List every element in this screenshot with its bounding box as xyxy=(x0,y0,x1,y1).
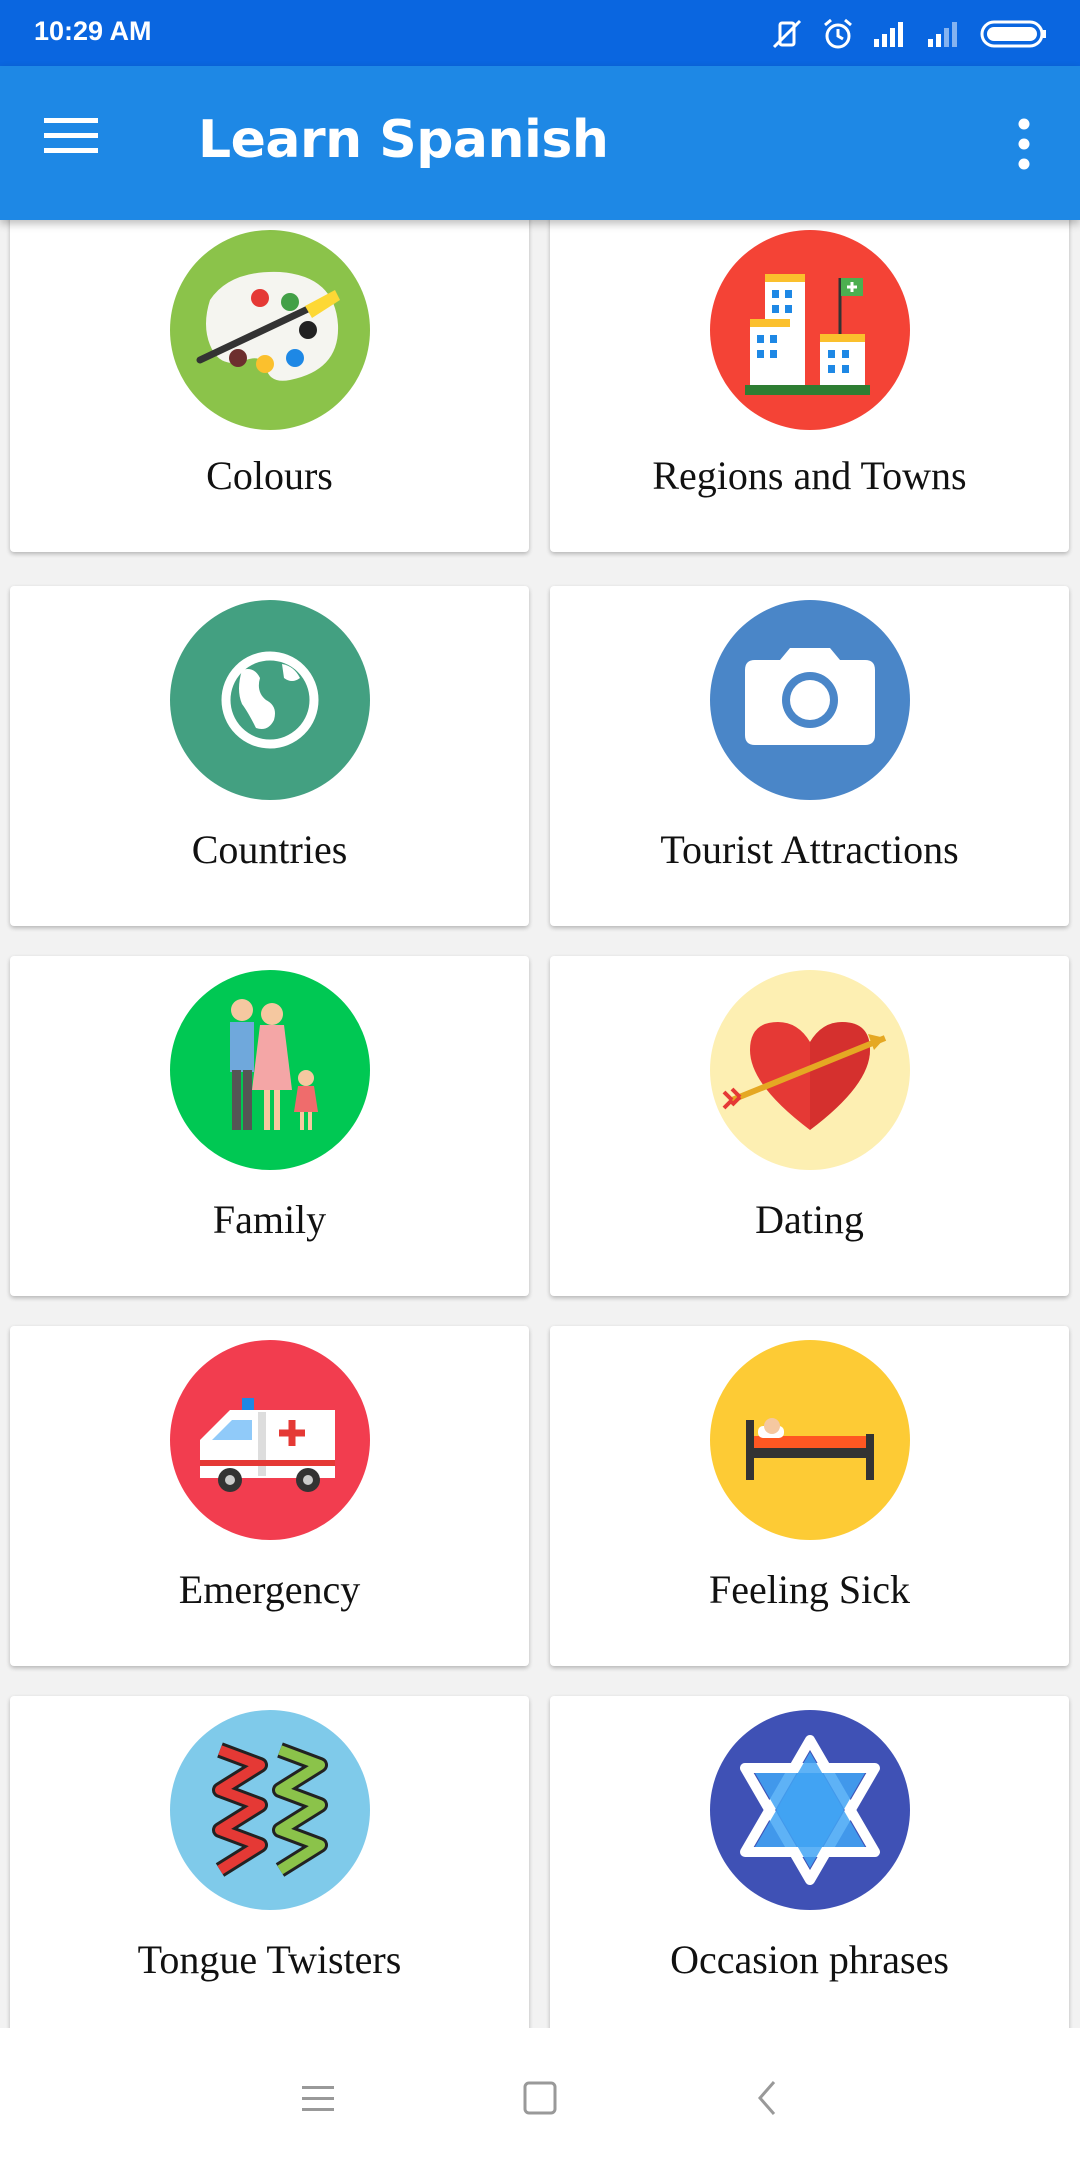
category-card-family[interactable]: Family xyxy=(10,956,529,1296)
signal-icon-2 xyxy=(928,22,957,47)
category-label: Regions and Towns xyxy=(652,453,967,498)
category-card-regions-and-towns[interactable]: Regions and Towns xyxy=(550,220,1069,552)
ambulance-icon xyxy=(170,1340,370,1540)
category-card-tongue-twisters[interactable]: Tongue Twisters xyxy=(10,1696,529,2028)
menu-button[interactable] xyxy=(44,116,108,170)
palette-icon xyxy=(170,230,370,430)
category-card-dating[interactable]: Dating xyxy=(550,956,1069,1296)
category-label: Occasion phrases xyxy=(670,1937,949,1982)
hamburger-menu-icon xyxy=(44,118,98,153)
family-icon xyxy=(170,970,370,1170)
signal-icon xyxy=(874,22,903,47)
category-label: Dating xyxy=(755,1197,864,1242)
home-icon xyxy=(523,2081,557,2115)
category-label: Emergency xyxy=(178,1567,361,1612)
back-button[interactable] xyxy=(738,2068,798,2128)
category-card-feeling-sick[interactable]: Feeling Sick xyxy=(550,1326,1069,1666)
more-vertical-icon xyxy=(1018,118,1030,170)
heart-arrow-icon xyxy=(710,970,910,1170)
sick-bed-icon xyxy=(710,1340,910,1540)
alarm-icon xyxy=(824,18,852,49)
category-grid: Colours Regions and Towns Countries Tour… xyxy=(0,220,1080,2028)
category-label: Feeling Sick xyxy=(708,1567,911,1612)
category-label: Countries xyxy=(191,827,348,872)
globe-icon xyxy=(170,600,370,800)
status-time: 10:29 AM xyxy=(34,16,152,46)
category-card-colours[interactable]: Colours xyxy=(10,220,529,552)
mute-vibrate-icon xyxy=(772,19,802,49)
overflow-menu-button[interactable] xyxy=(1004,114,1044,174)
recent-apps-icon xyxy=(302,2086,334,2111)
category-label: Tongue Twisters xyxy=(137,1937,402,1982)
category-card-occasion-phrases[interactable]: Occasion phrases xyxy=(550,1696,1069,2028)
status-bar: 10:29 AM xyxy=(0,0,1080,66)
category-card-tourist-attractions[interactable]: Tourist Attractions xyxy=(550,586,1069,926)
category-card-countries[interactable]: Countries xyxy=(10,586,529,926)
category-label: Family xyxy=(212,1197,327,1242)
system-nav-bar xyxy=(0,2028,1080,2160)
star-of-david-icon xyxy=(710,1710,910,1910)
category-label: Tourist Attractions xyxy=(660,827,959,872)
back-icon xyxy=(758,2081,776,2115)
battery-icon xyxy=(980,20,1046,48)
recent-apps-button[interactable] xyxy=(288,2068,348,2128)
app-bar: Learn Spanish xyxy=(0,66,1080,220)
home-button[interactable] xyxy=(510,2068,570,2128)
camera-icon xyxy=(710,600,910,800)
category-label: Colours xyxy=(206,453,333,498)
city-buildings-icon xyxy=(710,230,910,430)
zigzag-icon xyxy=(170,1710,370,1910)
category-card-emergency[interactable]: Emergency xyxy=(10,1326,529,1666)
app-title: Learn Spanish xyxy=(198,110,609,170)
